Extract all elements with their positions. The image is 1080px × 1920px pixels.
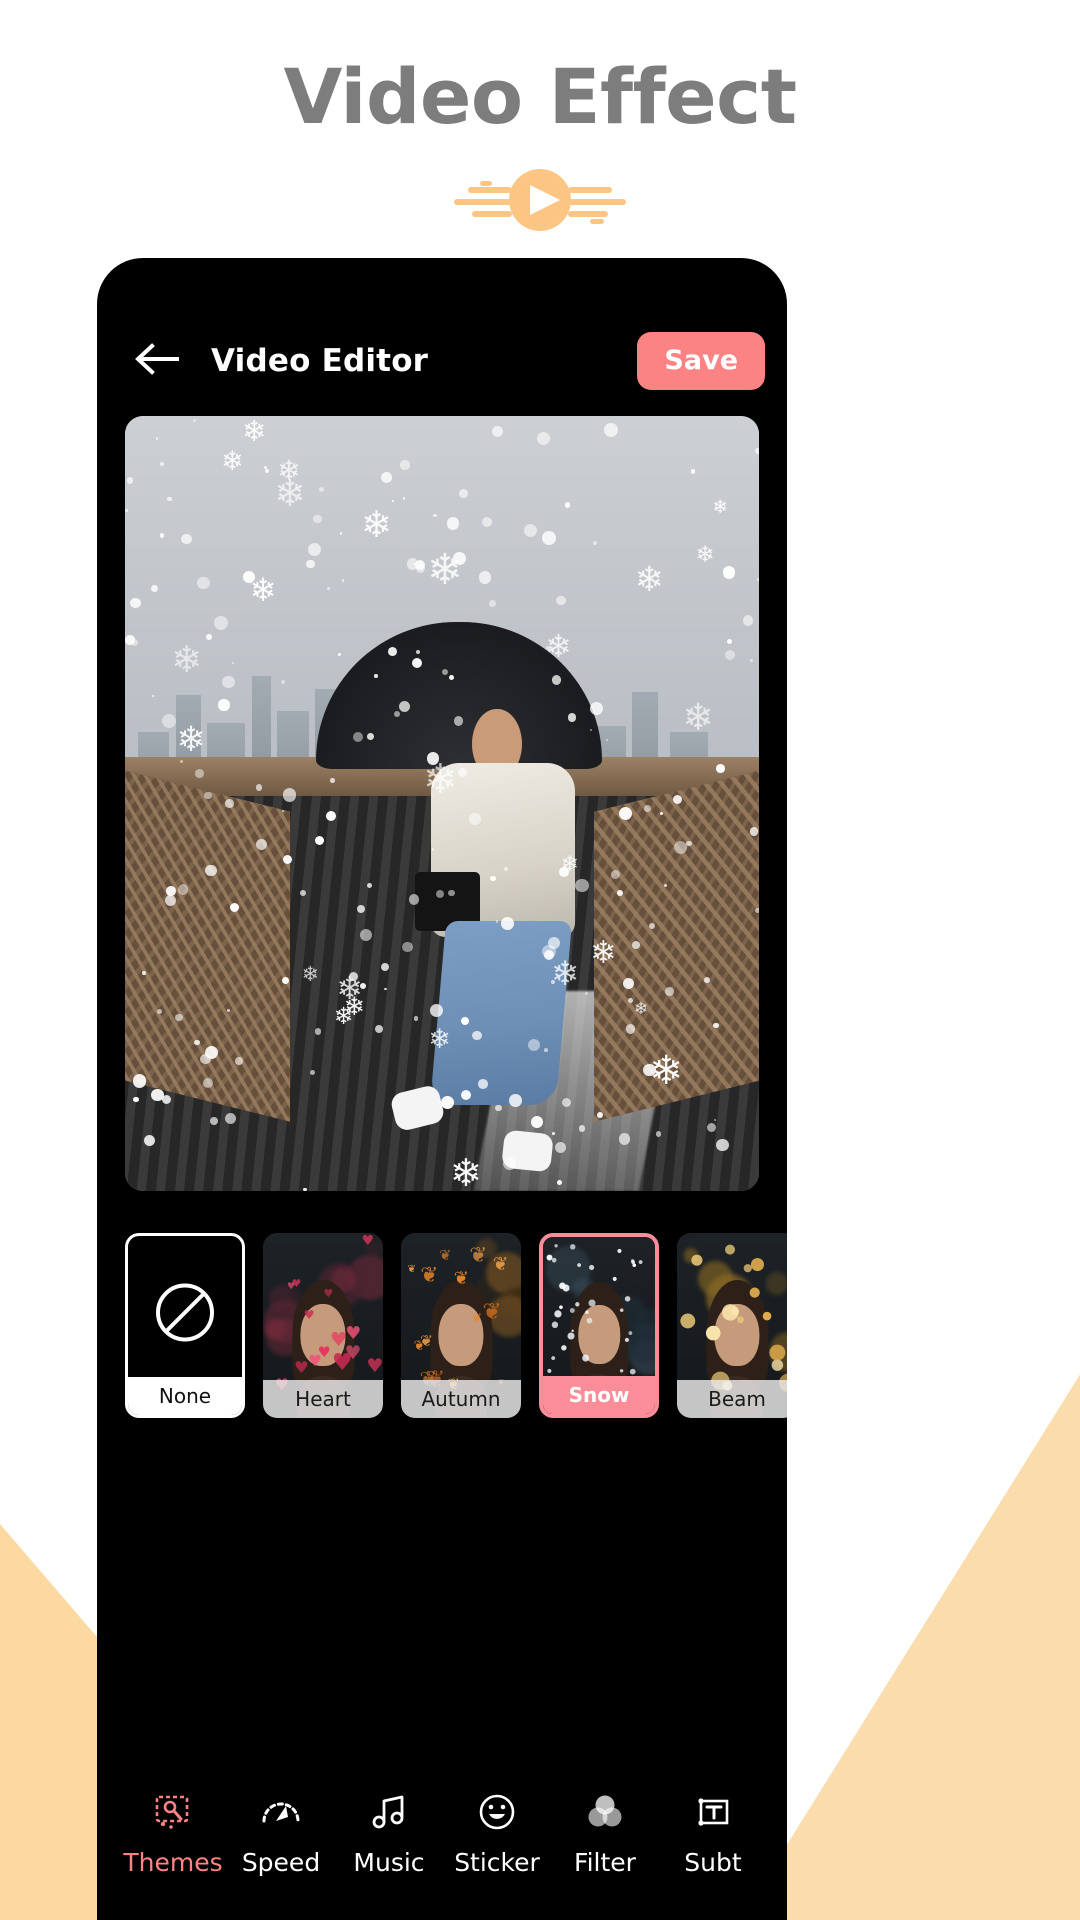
bottom-toolbar[interactable]: Themes Speed Music Sticker Filter Subt bbox=[97, 1748, 787, 1920]
effect-thumbnail-autumn[interactable]: ❦❦❦❦❦❦❦❦❦❦❦❦❦❦Autumn bbox=[401, 1233, 521, 1418]
effect-particle: ❦ bbox=[492, 1253, 509, 1275]
effect-thumbnail-snow[interactable]: • • • • • • • • • • • • • • • • • • • • • • • • • • • • • • • • • • Snow bbox=[539, 1233, 659, 1418]
phone-mockup: Video Editor Save ❄ ❄ ❄ ❄ ❄ ❄ ❄ ❄ ❄ ❄ ❄ … bbox=[97, 258, 787, 1920]
effect-particle: • bbox=[548, 1314, 562, 1340]
filter-icon bbox=[585, 1790, 625, 1834]
effect-particle: ♥ bbox=[294, 1357, 309, 1377]
play-circle-icon bbox=[0, 160, 1080, 240]
effect-particle: • bbox=[615, 1243, 624, 1260]
toolbar-item-speed[interactable]: Speed bbox=[235, 1790, 327, 1877]
decorative-wedge-right bbox=[740, 1374, 1080, 1920]
effect-particle: • bbox=[567, 1238, 579, 1260]
effect-particle: ❦ bbox=[420, 1262, 439, 1288]
effect-thumbnail-strip[interactable]: None♥♥♥♥♥♥♥♥♥♥♥♥♥♥Heart❦❦❦❦❦❦❦❦❦❦❦❦❦❦Aut… bbox=[97, 1233, 787, 1433]
toolbar-item-label: Speed bbox=[241, 1848, 321, 1877]
effect-thumbnail-beam[interactable]: ●●●●●●●●●●●●●●●●Beam bbox=[677, 1233, 787, 1418]
toolbar-item-music[interactable]: Music bbox=[343, 1790, 435, 1877]
effect-particle: ♥ bbox=[303, 1306, 315, 1322]
page-headline: Video Effect bbox=[283, 52, 797, 141]
effect-particle: ● bbox=[724, 1241, 736, 1257]
bridge-rail-right bbox=[594, 764, 759, 1122]
save-button[interactable]: Save bbox=[637, 332, 765, 390]
toolbar-item-filter[interactable]: Filter bbox=[559, 1790, 651, 1877]
effect-particle: • bbox=[557, 1300, 565, 1316]
effect-particle: • bbox=[583, 1309, 596, 1333]
toolbar-item-label: Subt bbox=[684, 1848, 742, 1877]
effect-particle: ● bbox=[768, 1338, 787, 1363]
effect-label: Beam bbox=[677, 1380, 787, 1418]
effect-label: Heart bbox=[263, 1380, 383, 1418]
effect-particle: • bbox=[555, 1273, 569, 1300]
toolbar-item-label: Themes bbox=[123, 1848, 223, 1877]
effect-particle: ❦ bbox=[469, 1243, 488, 1269]
promo-screenshot: Video Effect Video Editor Save ❄ ❄ ❄ ❄ ❄… bbox=[0, 0, 1080, 1920]
subject-person bbox=[316, 622, 602, 1176]
toolbar-item-label: Music bbox=[353, 1848, 425, 1877]
effect-label: None bbox=[128, 1377, 242, 1415]
arrow-left-icon bbox=[133, 342, 179, 381]
effect-particle: • bbox=[630, 1258, 638, 1274]
effect-particle: ♥ bbox=[307, 1352, 322, 1371]
subtitle-icon bbox=[693, 1790, 733, 1834]
effect-particle: ● bbox=[762, 1308, 772, 1322]
effect-particle: • bbox=[618, 1303, 626, 1319]
effect-thumbnail-none[interactable]: None bbox=[125, 1233, 245, 1418]
effect-particle: • bbox=[549, 1352, 558, 1368]
effect-particle: ♥ bbox=[331, 1347, 353, 1376]
no-effect-icon bbox=[153, 1280, 217, 1349]
effect-particle: ♥ bbox=[345, 1323, 362, 1345]
effect-particle: ❦ bbox=[439, 1246, 452, 1264]
effect-particle: ♥ bbox=[323, 1287, 334, 1300]
effect-particle: ● bbox=[690, 1250, 704, 1268]
effect-particle: ❦ bbox=[453, 1268, 469, 1290]
effect-particle: ● bbox=[750, 1254, 765, 1275]
preview-scene bbox=[125, 416, 759, 1191]
effect-particle: ♥ bbox=[361, 1233, 375, 1250]
effect-particle: ❦ bbox=[407, 1263, 417, 1276]
toolbar-item-subt[interactable]: Subt bbox=[667, 1790, 759, 1877]
back-button[interactable] bbox=[127, 332, 185, 390]
toolbar-item-sticker[interactable]: Sticker bbox=[451, 1790, 543, 1877]
themes-icon bbox=[153, 1790, 193, 1834]
effect-thumbnail-heart[interactable]: ♥♥♥♥♥♥♥♥♥♥♥♥♥♥Heart bbox=[263, 1233, 383, 1418]
effect-particle: • bbox=[578, 1345, 593, 1374]
speed-icon bbox=[260, 1790, 302, 1834]
effect-particle: • bbox=[610, 1272, 619, 1289]
toolbar-item-themes[interactable]: Themes bbox=[123, 1790, 223, 1877]
sticker-icon bbox=[477, 1790, 517, 1834]
video-preview[interactable]: ❄ ❄ ❄ ❄ ❄ ❄ ❄ ❄ ❄ ❄ ❄ ❄ ❄ ❄ ❄ ❄ ❄ ❄ ❄ ❄ ❄ ❄ ❄ ❄ ❄ ❄ bbox=[125, 416, 759, 1191]
effect-particle: ● bbox=[704, 1320, 722, 1344]
effect-particle: ● bbox=[748, 1285, 761, 1301]
effect-label: Snow bbox=[543, 1376, 655, 1414]
effect-label: Autumn bbox=[401, 1380, 521, 1418]
effect-particle: • bbox=[573, 1297, 582, 1315]
effect-particle: ❦ bbox=[420, 1331, 434, 1350]
toolbar-item-label: Filter bbox=[574, 1848, 636, 1877]
effect-particle: • bbox=[626, 1327, 635, 1343]
effect-particle: • bbox=[549, 1251, 559, 1271]
effect-particle: • bbox=[575, 1258, 584, 1275]
effect-particle: ♥ bbox=[366, 1355, 383, 1378]
effect-particle: ● bbox=[679, 1308, 697, 1332]
toolbar-item-label: Sticker bbox=[454, 1848, 540, 1877]
effect-particle: ♥ bbox=[291, 1277, 302, 1291]
app-title: Video Editor bbox=[211, 343, 429, 379]
effect-particle: • bbox=[558, 1338, 570, 1360]
effect-particle: ❦ bbox=[482, 1299, 502, 1326]
effect-particle: • bbox=[586, 1259, 597, 1280]
app-header: Video Editor Save bbox=[97, 316, 787, 406]
bridge-rail-left bbox=[125, 764, 290, 1122]
music-icon bbox=[369, 1790, 409, 1834]
effect-particle: ● bbox=[730, 1304, 740, 1317]
effect-particle: ❦ bbox=[471, 1310, 482, 1326]
